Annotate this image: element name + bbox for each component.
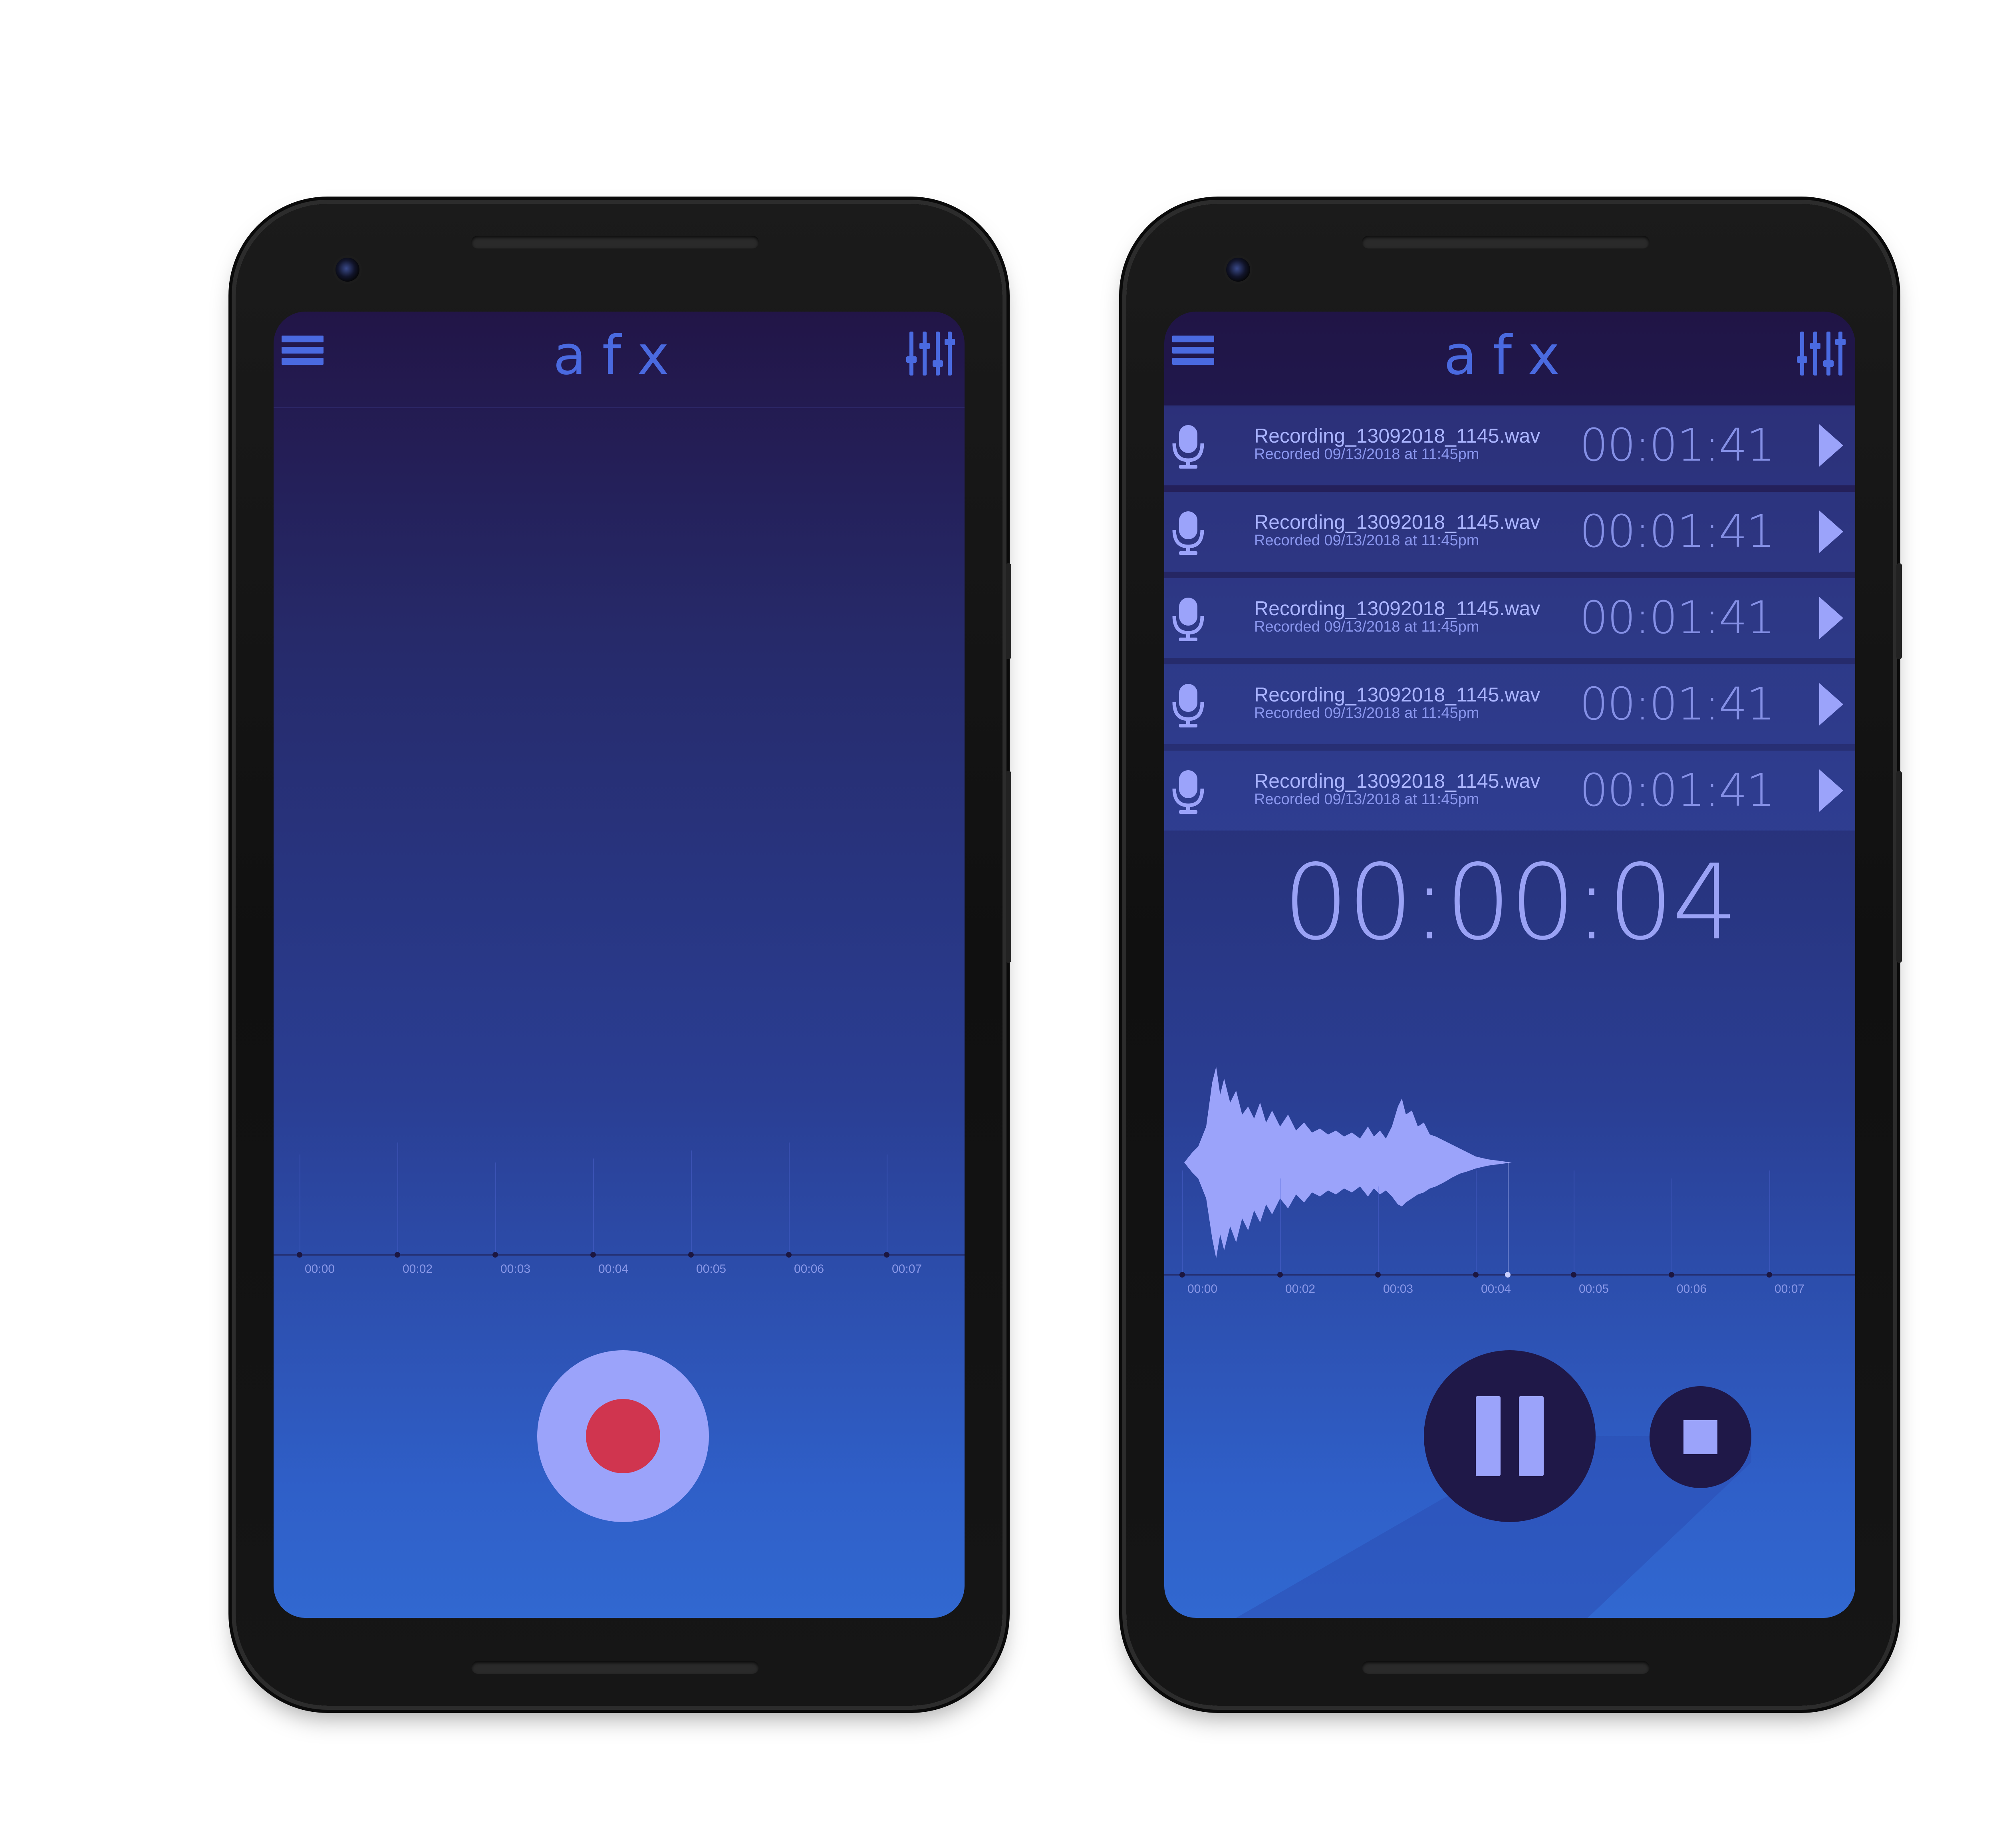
stop-icon [1683, 1420, 1717, 1454]
bottom-speaker [471, 1661, 759, 1674]
recording-filename: Recording_13092018_1145.wav [1254, 770, 1540, 792]
timeline-label: 00:00 [305, 1262, 335, 1276]
phone-left: afx 00:00 00:02 00:03 00:04 00:05 00:06 … [236, 204, 1011, 1706]
timeline-label: 00:02 [1285, 1282, 1316, 1296]
recorder-idle-screen: afx 00:00 00:02 00:03 00:04 00:05 00:06 … [274, 312, 965, 1618]
earpiece-speaker [1362, 236, 1650, 248]
pause-button[interactable] [1424, 1350, 1596, 1522]
recording-filename: Recording_13092018_1145.wav [1254, 597, 1540, 620]
timeline-label: 00:06 [794, 1262, 824, 1276]
recording-duration: 00:01:41 [1580, 765, 1775, 817]
play-triangle-icon[interactable] [1817, 422, 1845, 469]
microphone-icon [1172, 684, 1204, 727]
play-triangle-icon[interactable] [1817, 681, 1845, 727]
play-triangle-icon[interactable] [1817, 767, 1845, 814]
recording-list-item[interactable]: Recording_13092018_1145.wav Recorded 09/… [1164, 492, 1855, 572]
recording-duration: 00:01:41 [1580, 419, 1775, 471]
recorder-active-screen: afx Recording_13092018_1145.wav Recorded… [1164, 312, 1855, 1618]
recording-list-item[interactable]: Recording_13092018_1145.wav Recorded 09/… [1164, 664, 1855, 744]
record-button[interactable] [537, 1350, 709, 1522]
power-button [1006, 771, 1011, 963]
recording-filename: Recording_13092018_1145.wav [1254, 511, 1540, 533]
playhead-marker[interactable] [1508, 1162, 1509, 1274]
pause-icon [1519, 1396, 1544, 1476]
recordings-list: Recording_13092018_1145.wav Recorded 09/… [1164, 405, 1855, 837]
recording-date: Recorded 09/13/2018 at 11:45pm [1254, 446, 1479, 463]
play-triangle-icon[interactable] [1817, 509, 1845, 555]
recording-timeline[interactable]: 00:00 00:02 00:03 00:04 00:05 00:06 00:0… [274, 1143, 965, 1286]
microphone-icon [1172, 511, 1204, 555]
recording-timeline[interactable]: 00:00 00:02 00:03 00:04 00:05 00:06 00:0… [1164, 1162, 1855, 1306]
volume-button [1896, 563, 1902, 659]
recording-duration: 00:01:41 [1580, 506, 1775, 558]
phone-right: afx Recording_13092018_1145.wav Recorded… [1126, 204, 1902, 1706]
timeline-label: 00:00 [1187, 1282, 1218, 1296]
bottom-speaker [1362, 1661, 1650, 1674]
earpiece-speaker [471, 236, 759, 248]
playhead-dot[interactable] [1505, 1272, 1511, 1278]
recording-duration: 00:01:41 [1580, 678, 1775, 730]
recording-date: Recorded 09/13/2018 at 11:45pm [1254, 791, 1479, 808]
showcase-canvas: afx 00:00 00:02 00:03 00:04 00:05 00:06 … [0, 0, 1997, 1848]
timeline-label: 00:04 [598, 1262, 629, 1276]
front-camera [1226, 258, 1250, 282]
timeline-label: 00:05 [1579, 1282, 1609, 1296]
app-logo: afx [1443, 324, 1576, 387]
app-bar: afx [274, 312, 965, 408]
microphone-icon [1172, 770, 1204, 814]
recording-filename: Recording_13092018_1145.wav [1254, 425, 1540, 447]
timeline-label: 00:07 [892, 1262, 922, 1276]
recording-duration: 00:01:41 [1580, 592, 1775, 644]
timeline-label: 00:03 [500, 1262, 531, 1276]
timeline-label: 00:06 [1677, 1282, 1707, 1296]
recording-date: Recorded 09/13/2018 at 11:45pm [1254, 618, 1479, 635]
power-button [1896, 771, 1902, 963]
recording-list-item[interactable]: Recording_13092018_1145.wav Recorded 09/… [1164, 578, 1855, 658]
timeline-label: 00:04 [1481, 1282, 1511, 1296]
stop-button[interactable] [1650, 1386, 1751, 1488]
pause-icon [1476, 1396, 1501, 1476]
elapsed-timer: 00:00:04 [1283, 843, 1738, 963]
recording-list-item[interactable]: Recording_13092018_1145.wav Recorded 09/… [1164, 751, 1855, 831]
recording-date: Recorded 09/13/2018 at 11:45pm [1254, 532, 1479, 549]
volume-button [1006, 563, 1011, 659]
microphone-icon [1172, 425, 1204, 469]
timeline-label: 00:02 [403, 1262, 433, 1276]
microphone-icon [1172, 598, 1204, 641]
equalizer-sliders-icon[interactable] [905, 328, 957, 380]
front-camera [335, 258, 359, 282]
recording-date: Recorded 09/13/2018 at 11:45pm [1254, 705, 1479, 721]
record-dot-icon [586, 1399, 660, 1473]
timeline-label: 00:05 [696, 1262, 727, 1276]
app-logo: afx [553, 324, 685, 387]
timeline-label: 00:03 [1383, 1282, 1413, 1296]
app-bar: afx [1164, 312, 1855, 407]
recording-list-item[interactable]: Recording_13092018_1145.wav Recorded 09/… [1164, 405, 1855, 485]
play-triangle-icon[interactable] [1817, 595, 1845, 641]
timeline-label: 00:07 [1775, 1282, 1805, 1296]
recording-filename: Recording_13092018_1145.wav [1254, 684, 1540, 706]
equalizer-sliders-icon[interactable] [1795, 328, 1847, 380]
